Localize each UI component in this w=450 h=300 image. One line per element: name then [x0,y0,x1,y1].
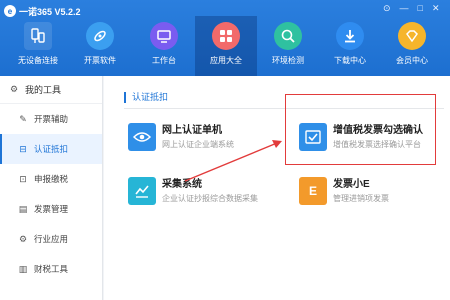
tag-icon: ⊟ [19,143,27,154]
section-title: 认证抵扣 [124,92,168,103]
sidebar-item-label: 财税工具 [34,264,69,274]
sidebar-item-invoice-manage[interactable]: ▤ 发票管理 [0,194,102,224]
nav-label: 下载中心 [334,56,366,65]
sidebar-item-declare-tax[interactable]: ⊡ 申报缴税 [0,164,102,194]
workbench-icon [150,22,178,50]
card-desc: 企业认证抄报综合数据采集 [162,194,258,203]
nav-label: 应用大全 [210,56,242,65]
invoice-manage-icon: ▤ [18,203,28,214]
nav-label: 会员中心 [396,56,428,65]
industry-icon: ⚙ [18,233,28,244]
download-icon [336,22,364,50]
top-nav: 无设备连接 开票软件 工作台 应用大全 环境检测 下载中心 会员中心 [0,16,450,76]
usb-device-icon [24,22,52,50]
nav-label: 工作台 [152,56,176,65]
top-header: e 一诺365 V5.2.2 ⊙ — □ ✕ 无设备连接 开票软件 工作台 应用… [0,0,450,76]
maximize-icon[interactable]: □ [418,3,423,13]
sidebar-item-invoice-assist[interactable]: ✎ 开票辅助 [0,104,102,134]
tax-tool-icon: ▥ [18,263,28,274]
sidebar-item-label: 开票辅助 [34,114,69,124]
minimize-icon[interactable]: — [400,3,409,13]
nav-item-environment[interactable]: 环境检测 [257,16,319,76]
sidebar-item-label: 发票管理 [34,204,69,214]
card-desc: 网上认证企业端系统 [162,140,234,149]
card-collection-system[interactable]: 采集系统 企业认证抄报综合数据采集 [128,177,258,205]
window-controls: ⊙ — □ ✕ [383,3,440,13]
gear-icon: ⚙ [9,84,19,94]
invoice-e-icon: E [299,177,327,205]
nav-item-apps[interactable]: 应用大全 [195,16,257,76]
card-desc: 管理进销项发票 [333,194,389,203]
sidebar-header: ⚙ 我的工具 [0,76,102,104]
sidebar-item-label: 申报缴税 [34,174,69,184]
card-online-certification[interactable]: 网上认证单机 网上认证企业端系统 [128,123,234,151]
card-invoice-e[interactable]: E 发票小E 管理进销项发票 [299,177,389,205]
collect-icon [128,177,156,205]
nav-label: 开票软件 [84,56,116,65]
eye-icon [128,123,156,151]
apps-icon [212,22,240,50]
nav-item-invoice-software[interactable]: 开票软件 [69,16,131,76]
nav-label: 环境检测 [272,56,304,65]
nav-item-vip[interactable]: 会员中心 [381,16,443,76]
nav-item-workbench[interactable]: 工作台 [133,16,195,76]
invoice-software-icon [86,22,114,50]
nav-label: 无设备连接 [18,56,58,65]
close-icon[interactable]: ✕ [432,3,440,13]
sidebar: ⚙ 我的工具 ✎ 开票辅助 ⊟ 认证抵扣 ⊡ 申报缴税 ▤ 发票管理 ⚙ 行业应… [0,76,103,300]
nav-item-download[interactable]: 下载中心 [319,16,381,76]
card-title: 采集系统 [162,179,202,190]
sidebar-item-label: 认证抵扣 [34,144,69,154]
sidebar-item-label: 行业应用 [34,234,69,244]
card-title: 网上认证单机 [162,125,222,136]
sidebar-item-tax-tools[interactable]: ▥ 财税工具 [0,254,102,284]
sidebar-header-label: 我的工具 [25,85,62,95]
pin-icon[interactable]: ⊙ [383,3,391,13]
highlight-box [285,94,436,165]
environment-check-icon [274,22,302,50]
vip-diamond-icon [398,22,426,50]
card-title: 发票小E [333,179,370,190]
sidebar-item-certification[interactable]: ⊟ 认证抵扣 [0,134,102,164]
declare-icon: ⊡ [19,173,27,184]
edit-icon: ✎ [19,113,27,124]
nav-item-device[interactable]: 无设备连接 [7,16,69,76]
sidebar-item-industry[interactable]: ⚙ 行业应用 [0,224,102,254]
